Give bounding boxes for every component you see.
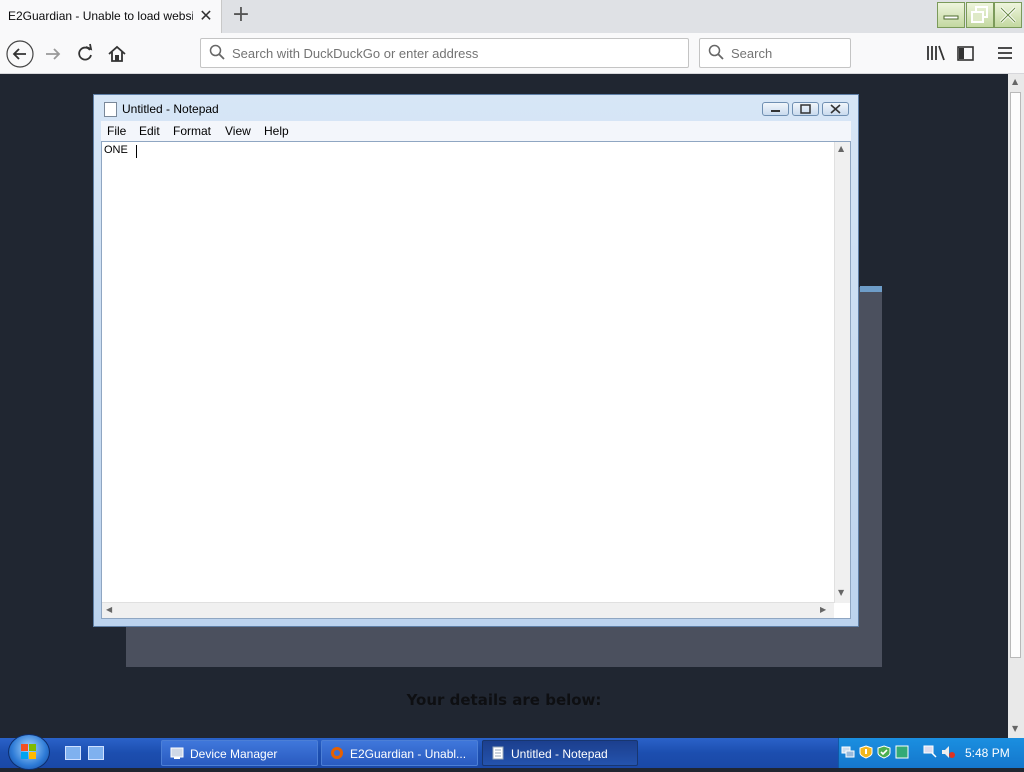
notepad-titlebar[interactable]: Untitled - Notepad <box>94 95 858 121</box>
address-placeholder: Search with DuckDuckGo or enter address <box>232 46 479 61</box>
notepad-horizontal-scrollbar[interactable]: ◀ ▶ <box>102 602 834 618</box>
notepad-minimize-button[interactable] <box>762 102 789 116</box>
search-icon <box>209 44 225 60</box>
page-scrollbar[interactable]: ▲ ▼ <box>1008 74 1024 738</box>
new-tab-button[interactable]: + <box>230 4 252 28</box>
reload-icon <box>78 43 93 61</box>
network-connection-icon[interactable] <box>923 745 937 759</box>
menu-format[interactable]: Format <box>173 124 211 138</box>
taskbar-label: E2Guardian - Unabl... <box>350 747 467 761</box>
maximize-icon <box>800 104 811 114</box>
menu-file[interactable]: File <box>107 124 126 138</box>
notepad-icon <box>492 746 504 760</box>
search-bar[interactable]: Search <box>699 38 851 68</box>
notepad-text-area[interactable]: ONE ▲ ▼ ◀ ▶ <box>101 141 851 619</box>
back-button[interactable] <box>5 39 35 69</box>
details-heading: Your details are below: <box>406 691 602 709</box>
device-manager-icon <box>170 747 184 759</box>
network-icon[interactable] <box>841 745 855 759</box>
scroll-down-icon[interactable]: ▼ <box>1012 724 1018 733</box>
text-caret <box>136 145 137 158</box>
close-icon <box>999 6 1017 24</box>
scroll-up-icon[interactable]: ▲ <box>838 144 844 153</box>
scroll-down-icon[interactable]: ▼ <box>838 588 844 597</box>
taskbar-clock[interactable]: 5:48 PM <box>965 746 1010 760</box>
home-icon <box>108 45 126 62</box>
panel-edge <box>860 286 882 292</box>
tab-title: E2Guardian - Unable to load website <box>8 9 193 23</box>
minimize-window-button[interactable] <box>937 2 965 28</box>
windows-update-icon[interactable] <box>895 745 909 759</box>
taskbar-item-device-manager[interactable]: Device Manager <box>161 740 318 766</box>
notepad-icon <box>104 102 117 117</box>
windows-logo-icon <box>21 744 36 759</box>
menu-icon[interactable] <box>994 43 1016 63</box>
notepad-title: Untitled - Notepad <box>122 102 219 116</box>
navigation-toolbar: Search with DuckDuckGo or enter address … <box>0 33 1024 74</box>
taskbar-label: Untitled - Notepad <box>511 747 608 761</box>
start-button[interactable] <box>8 734 50 770</box>
scroll-right-icon[interactable]: ▶ <box>820 605 826 614</box>
sidebar-icon[interactable] <box>955 43 977 63</box>
security-alert-icon[interactable] <box>859 745 873 759</box>
firefox-icon <box>331 747 343 759</box>
taskbar-item-firefox[interactable]: E2Guardian - Unabl... <box>321 740 478 766</box>
restore-icon <box>971 6 988 23</box>
scroll-left-icon[interactable]: ◀ <box>106 605 112 614</box>
notepad-window: Untitled - Notepad File Edit Format View… <box>93 94 859 627</box>
show-desktop-icon[interactable] <box>65 746 81 760</box>
notepad-close-button[interactable] <box>822 102 849 116</box>
close-icon <box>830 104 841 114</box>
scroll-up-icon[interactable]: ▲ <box>1012 77 1018 86</box>
close-window-button[interactable] <box>994 2 1022 28</box>
taskbar: Device Manager E2Guardian - Unabl... Unt… <box>0 734 1024 770</box>
menu-view[interactable]: View <box>225 124 251 138</box>
system-tray: 5:48 PM <box>838 738 1024 768</box>
menu-edit[interactable]: Edit <box>139 124 160 138</box>
notepad-menubar: File Edit Format View Help <box>101 121 851 141</box>
switch-windows-icon[interactable] <box>88 746 104 760</box>
taskbar-label: Device Manager <box>190 747 278 761</box>
minimize-icon <box>943 15 959 20</box>
back-arrow-icon <box>6 40 34 68</box>
forward-button[interactable] <box>38 39 68 69</box>
tab-bar: E2Guardian - Unable to load website ✕ + <box>0 0 1024 33</box>
reload-button[interactable] <box>70 39 100 69</box>
notepad-maximize-button[interactable] <box>792 102 819 116</box>
close-tab-icon[interactable]: ✕ <box>197 7 215 25</box>
shield-check-icon[interactable] <box>877 745 891 759</box>
menu-help[interactable]: Help <box>264 124 289 138</box>
restore-window-button[interactable] <box>966 2 994 28</box>
library-icon[interactable] <box>925 43 947 63</box>
browser-tab[interactable]: E2Guardian - Unable to load website ✕ <box>0 0 222 33</box>
notepad-vertical-scrollbar[interactable]: ▲ ▼ <box>834 142 850 603</box>
address-bar[interactable]: Search with DuckDuckGo or enter address <box>200 38 689 68</box>
volume-muted-icon[interactable] <box>941 745 955 759</box>
taskbar-item-notepad[interactable]: Untitled - Notepad <box>482 740 638 766</box>
search-icon <box>708 44 724 60</box>
notepad-content: ONE <box>104 144 128 156</box>
minimize-icon <box>771 110 780 112</box>
scrollbar-thumb[interactable] <box>1010 92 1021 658</box>
home-button[interactable] <box>102 39 132 69</box>
search-placeholder: Search <box>731 46 773 61</box>
forward-arrow-icon <box>46 48 61 60</box>
